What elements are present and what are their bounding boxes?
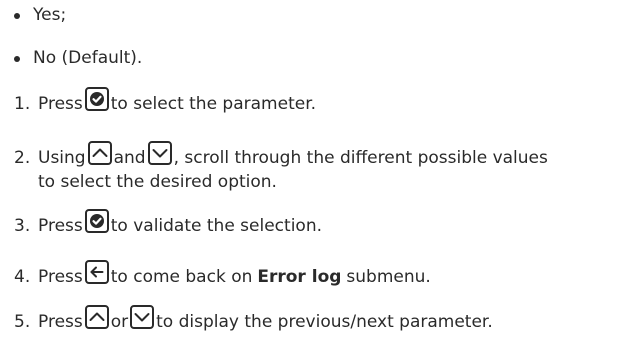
bullet-dot bbox=[14, 13, 20, 19]
step-3: 3. Press to validate the selection. bbox=[14, 209, 322, 238]
step-text: Press bbox=[38, 216, 83, 236]
down-arrow-icon bbox=[130, 305, 155, 329]
check-circle-icon bbox=[84, 87, 109, 111]
step-number: 2. bbox=[14, 148, 31, 168]
bullet-text: No (Default). bbox=[33, 48, 143, 68]
step-number: 4. bbox=[14, 267, 31, 287]
step-text: Press bbox=[38, 94, 83, 114]
step-text: or bbox=[110, 312, 129, 332]
step-text: Using bbox=[38, 148, 86, 168]
instruction-page: Yes; No (Default). 1. Press to select th… bbox=[0, 0, 626, 338]
menu-name: Error log bbox=[257, 267, 342, 287]
back-arrow-icon bbox=[84, 260, 109, 284]
step-4: 4. Press to come back on Error log subme… bbox=[14, 260, 431, 289]
check-circle-icon bbox=[84, 209, 109, 233]
up-arrow-icon bbox=[87, 141, 112, 165]
step-number: 3. bbox=[14, 216, 31, 236]
step-number: 5. bbox=[14, 312, 31, 332]
step-text: and bbox=[113, 148, 146, 168]
step-number: 1. bbox=[14, 94, 31, 114]
bullet-dot bbox=[14, 56, 20, 62]
bullet-text: Yes; bbox=[33, 5, 67, 25]
step-text: to come back on bbox=[110, 267, 253, 287]
step-5: 5. Press or to display the previous/next… bbox=[14, 305, 493, 334]
step-1: 1. Press to select the parameter. bbox=[14, 87, 317, 116]
step-text: to select the desired option. bbox=[38, 172, 277, 192]
step-text: , scroll through the different possible … bbox=[173, 148, 548, 168]
down-arrow-icon bbox=[147, 141, 172, 165]
up-arrow-icon bbox=[84, 305, 109, 329]
bullet-item-no: No (Default). bbox=[14, 46, 142, 70]
step-text: submenu. bbox=[346, 267, 431, 287]
step-text: to select the parameter. bbox=[110, 94, 317, 114]
step-text: Press bbox=[38, 312, 83, 332]
step-text: Press bbox=[38, 267, 83, 287]
step-text: to display the previous/next parameter. bbox=[156, 312, 493, 332]
bullet-item-yes: Yes; bbox=[14, 3, 66, 27]
step-text: to validate the selection. bbox=[110, 216, 322, 236]
step-2-continuation: to select the desired option. bbox=[38, 170, 277, 194]
step-2: 2. Using and , scroll through the differ… bbox=[14, 141, 548, 170]
